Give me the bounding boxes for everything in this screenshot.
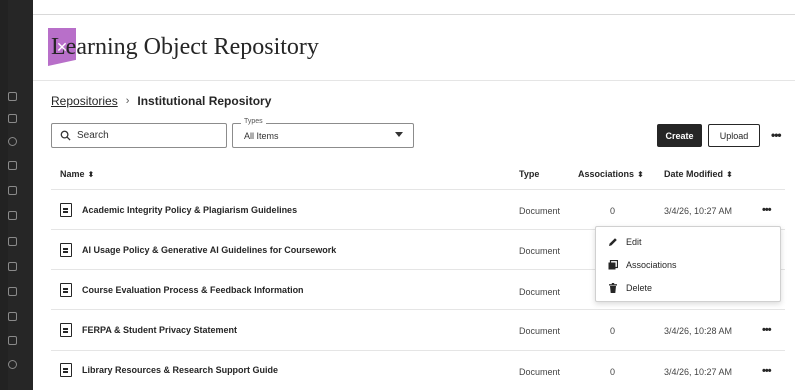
row-associations: 0 bbox=[610, 326, 616, 336]
user-icon[interactable] bbox=[8, 92, 22, 104]
divider bbox=[33, 80, 795, 81]
associations-icon bbox=[608, 260, 618, 270]
chevron-down-icon bbox=[395, 132, 403, 137]
breadcrumb: Repositories › Institutional Repository bbox=[51, 94, 271, 108]
calendar-icon[interactable] bbox=[8, 161, 22, 173]
course-nav-rail bbox=[8, 0, 33, 390]
row-date: 3/4/26, 10:27 AM bbox=[664, 206, 733, 216]
divider bbox=[51, 350, 785, 351]
grades-icon[interactable] bbox=[8, 186, 22, 198]
row-type: Document bbox=[519, 206, 561, 216]
more-icon[interactable]: ••• bbox=[762, 204, 772, 216]
row-date: 3/4/26, 10:28 AM bbox=[664, 326, 733, 336]
globe-icon[interactable] bbox=[8, 137, 22, 149]
institution-icon[interactable] bbox=[8, 114, 22, 126]
menu-item-delete[interactable]: Delete bbox=[608, 283, 652, 293]
divider bbox=[51, 189, 785, 190]
edit-rail-icon[interactable] bbox=[8, 312, 22, 324]
row-context-menu: Edit Associations Delete bbox=[595, 226, 781, 302]
page-title: Learning Object Repository bbox=[51, 34, 319, 60]
pencil-rail-icon[interactable] bbox=[8, 287, 22, 299]
document-icon bbox=[60, 243, 72, 257]
help-icon[interactable] bbox=[8, 360, 22, 372]
row-name-link[interactable]: Library Resources & Research Support Gui… bbox=[82, 365, 278, 375]
breadcrumb-separator-icon: › bbox=[125, 95, 130, 107]
column-header-name[interactable]: Name ⬍ bbox=[60, 169, 94, 179]
menu-item-edit-label: Edit bbox=[626, 237, 642, 247]
row-name-link[interactable]: Course Evaluation Process & Feedback Inf… bbox=[82, 285, 304, 295]
column-header-date[interactable]: Date Modified ⬍ bbox=[664, 169, 733, 179]
menu-item-edit[interactable]: Edit bbox=[608, 237, 642, 247]
row-type: Document bbox=[519, 367, 561, 377]
document-icon bbox=[60, 283, 72, 297]
more-icon[interactable]: ••• bbox=[762, 365, 772, 377]
more-icon[interactable]: ••• bbox=[762, 324, 772, 336]
trash-icon bbox=[609, 283, 617, 293]
menu-item-associations[interactable]: Associations bbox=[608, 260, 677, 270]
row-date: 3/4/26, 10:27 AM bbox=[664, 367, 733, 377]
sort-icon: ⬍ bbox=[726, 170, 733, 179]
pencil-icon bbox=[609, 238, 617, 246]
search-placeholder: Search bbox=[77, 130, 109, 141]
types-label: Types bbox=[241, 118, 266, 125]
document-icon bbox=[60, 323, 72, 337]
row-type: Document bbox=[519, 246, 561, 256]
divider bbox=[51, 309, 785, 310]
row-type: Document bbox=[519, 326, 561, 336]
search-icon bbox=[60, 130, 71, 141]
messages-icon[interactable] bbox=[8, 211, 22, 223]
menu-item-associations-label: Associations bbox=[626, 260, 677, 270]
profile-icon[interactable] bbox=[8, 336, 22, 348]
sort-icon: ⬍ bbox=[637, 170, 644, 179]
tools-icon[interactable] bbox=[8, 262, 22, 274]
breadcrumb-current: Institutional Repository bbox=[137, 94, 272, 108]
breadcrumb-repositories-link[interactable]: Repositories bbox=[51, 94, 118, 108]
sort-icon: ⬍ bbox=[87, 170, 95, 179]
row-name-link[interactable]: AI Usage Policy & Generative AI Guidelin… bbox=[82, 245, 336, 255]
menu-item-delete-label: Delete bbox=[626, 283, 653, 293]
types-select[interactable]: Types All Items bbox=[232, 118, 414, 148]
row-associations: 0 bbox=[610, 206, 616, 216]
document-icon bbox=[60, 203, 72, 217]
app-edge bbox=[0, 0, 8, 390]
row-name-link[interactable]: Academic Integrity Policy & Plagiarism G… bbox=[82, 205, 297, 215]
search-input[interactable]: Search bbox=[51, 123, 227, 148]
divider bbox=[33, 14, 795, 15]
upload-button[interactable]: Upload bbox=[708, 124, 760, 147]
column-header-type: Type bbox=[519, 169, 540, 179]
create-button[interactable]: Create bbox=[657, 124, 702, 147]
types-value: All Items bbox=[244, 131, 279, 141]
mail-icon[interactable] bbox=[8, 237, 22, 249]
row-type: Document bbox=[519, 287, 561, 297]
row-associations: 0 bbox=[610, 367, 616, 377]
document-icon bbox=[60, 363, 72, 377]
column-header-associations[interactable]: Associations ⬍ bbox=[578, 169, 644, 179]
row-name-link[interactable]: FERPA & Student Privacy Statement bbox=[82, 325, 237, 335]
more-options-icon[interactable]: ••• bbox=[771, 128, 782, 142]
repository-panel: ✕ Learning Object Repository Repositorie… bbox=[33, 0, 795, 390]
